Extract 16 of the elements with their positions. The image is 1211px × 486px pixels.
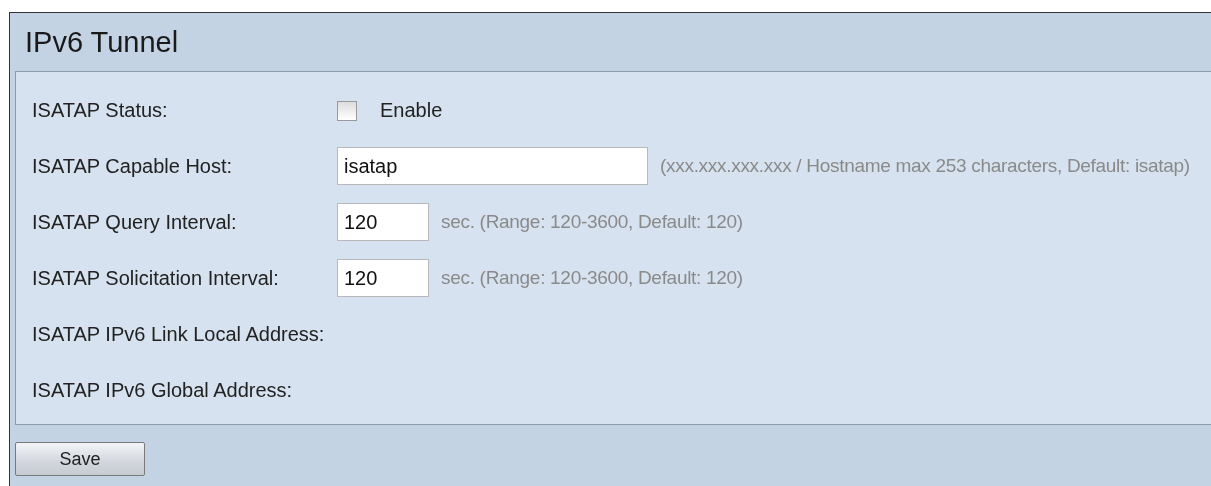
field-label: ISATAP IPv6 Global Address: <box>32 378 294 402</box>
checkbox-label: Enable <box>380 98 443 122</box>
field-hint: sec. (Range: 120-3600, Default: 120) <box>441 267 743 289</box>
text-field[interactable]: 120 <box>337 259 429 297</box>
field-label: ISATAP Solicitation Interval: <box>32 266 280 290</box>
text-field[interactable]: isatap <box>337 147 648 185</box>
enable-checkbox[interactable] <box>337 101 357 121</box>
field-label: ISATAP Status: <box>32 98 169 122</box>
save-button[interactable]: Save <box>15 442 145 476</box>
text-field[interactable]: 120 <box>337 203 429 241</box>
field-label: ISATAP Capable Host: <box>32 154 234 178</box>
field-hint: sec. (Range: 120-3600, Default: 120) <box>441 211 743 233</box>
field-label: ISATAP Query Interval: <box>32 210 238 234</box>
field-label: ISATAP IPv6 Link Local Address: <box>32 322 326 346</box>
panel-title: IPv6 Tunnel <box>24 24 180 60</box>
field-hint: (xxx.xxx.xxx.xxx / Hostname max 253 characters, Default: isatap) <box>660 155 1190 177</box>
